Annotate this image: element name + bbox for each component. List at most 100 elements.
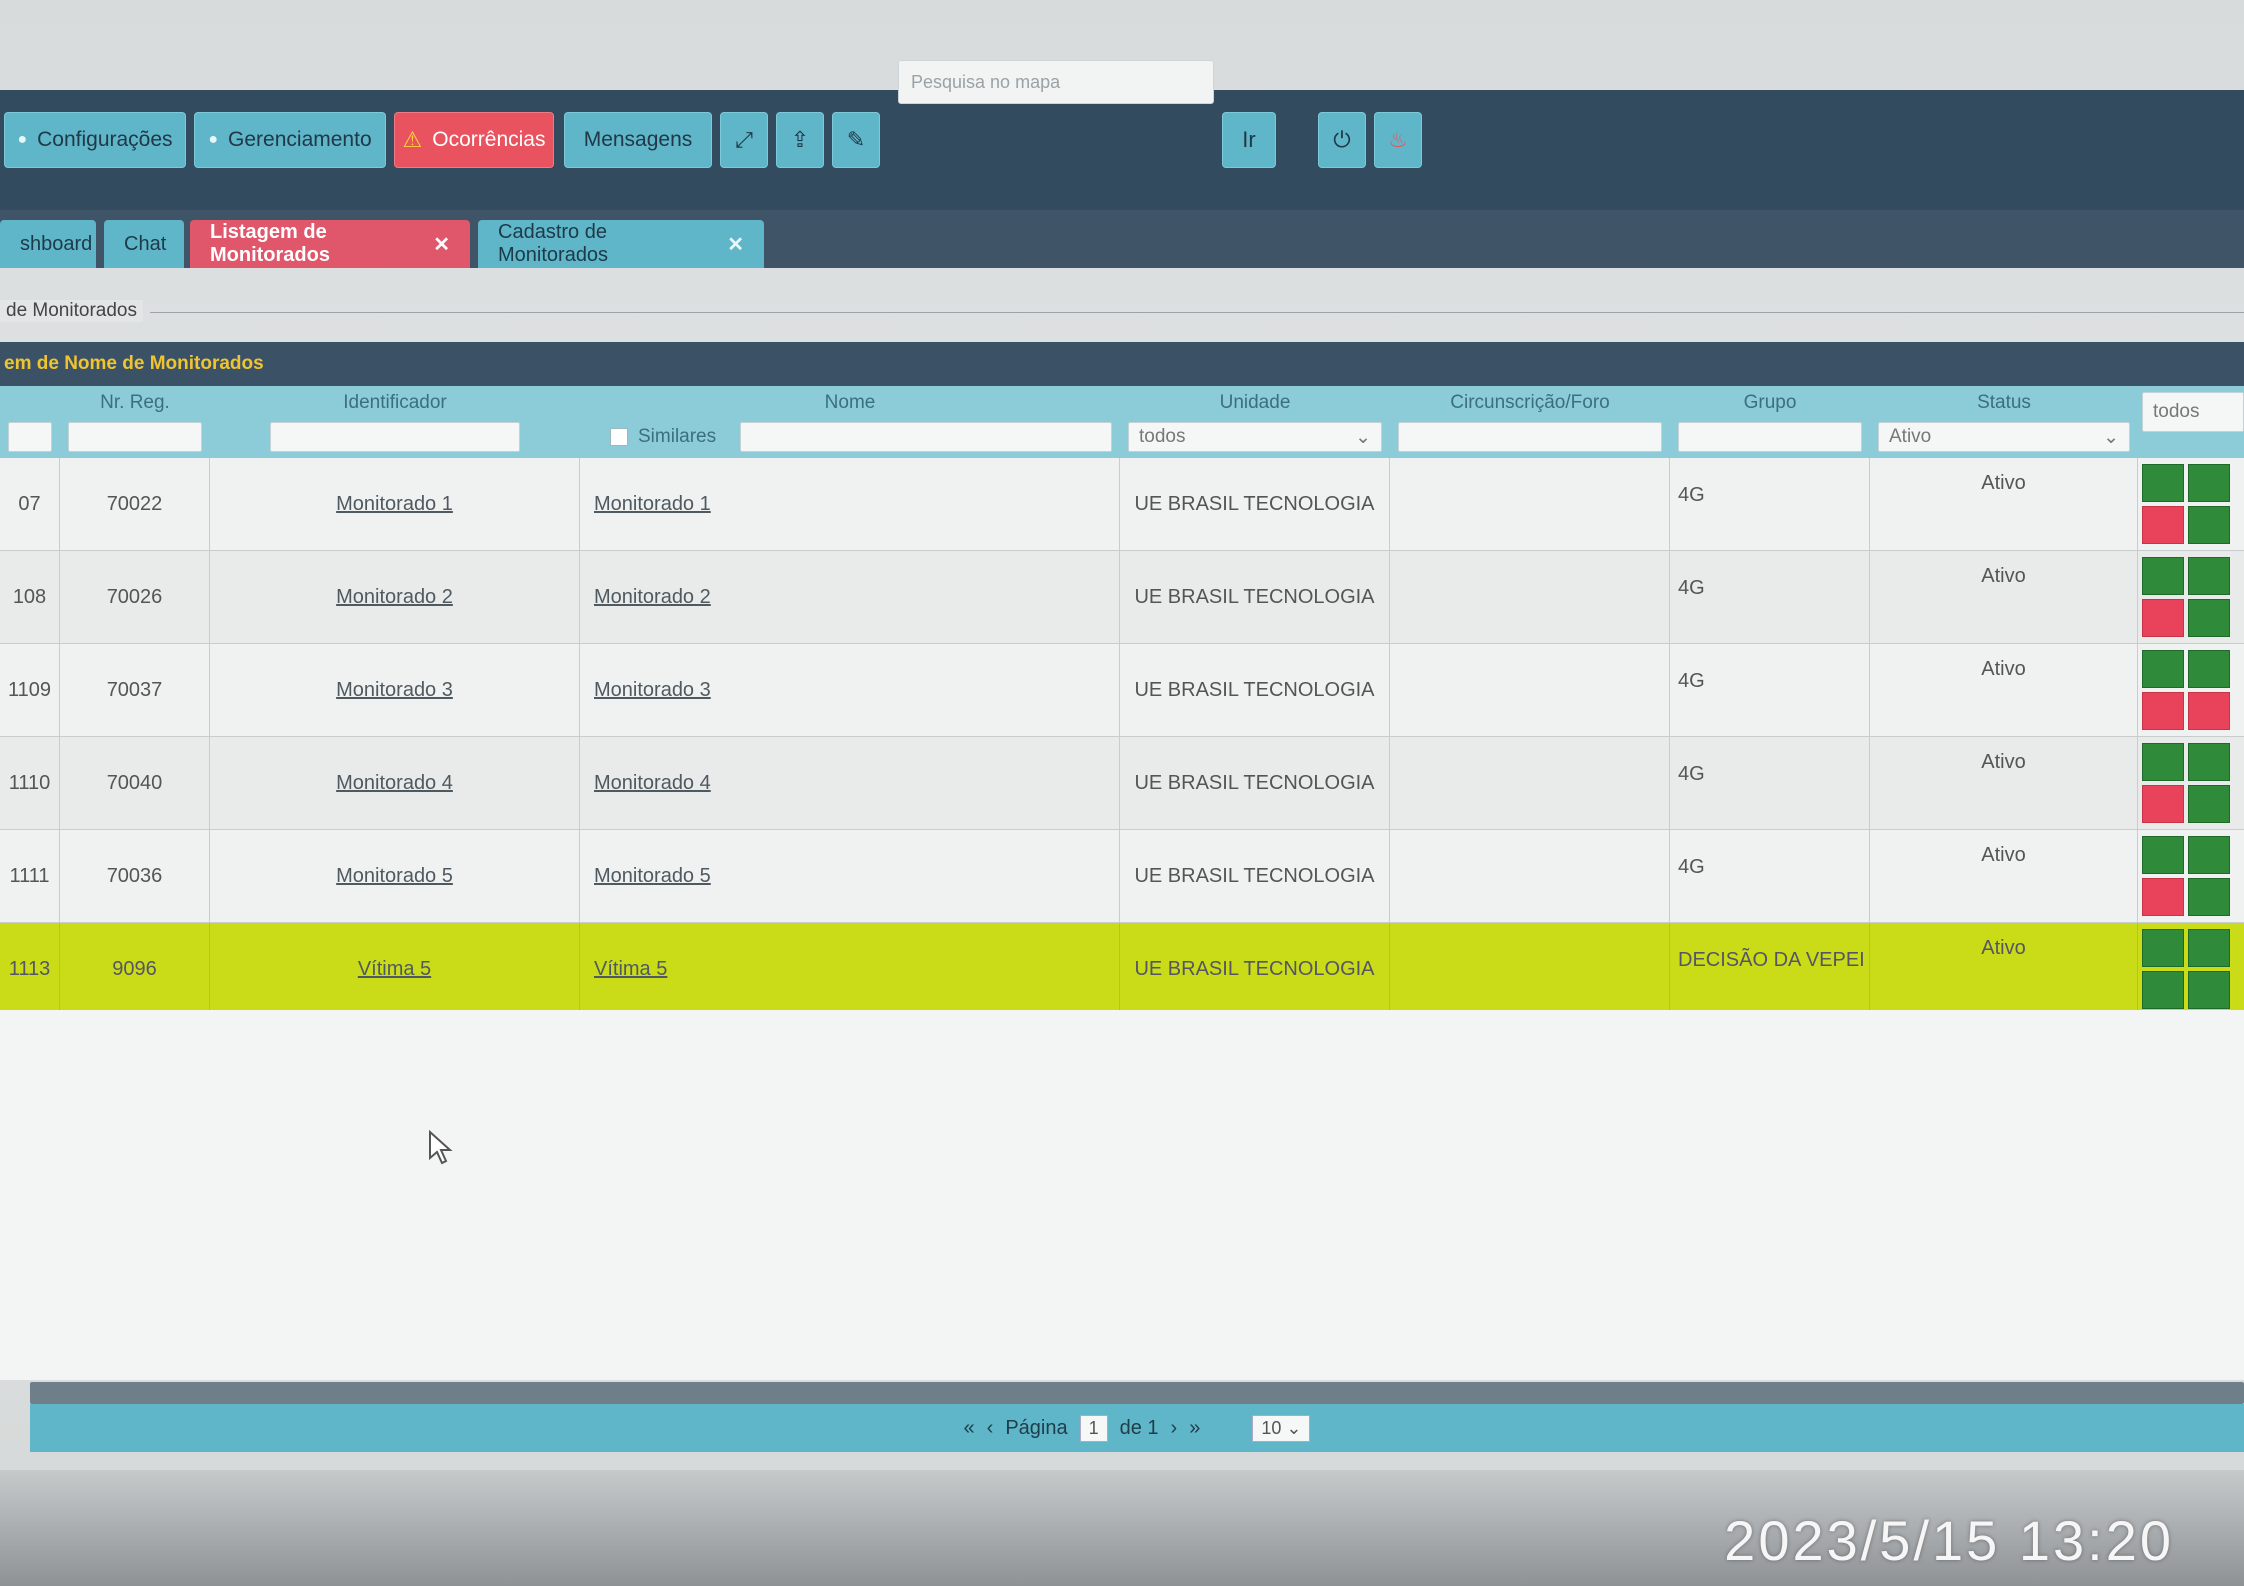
identificador-cell: Monitorado 2 <box>210 551 580 643</box>
identificador-cell: Monitorado 4 <box>210 737 580 829</box>
mensagens-button[interactable]: Mensagens <box>564 112 712 168</box>
table-row-highlighted[interactable]: 1113 9096 Vítima 5 Vítima 5 UE BRASIL TE… <box>0 923 2244 1016</box>
nr-reg-filter[interactable] <box>68 422 202 452</box>
identificador-link[interactable]: Monitorado 1 <box>336 493 453 516</box>
configuracoes-button[interactable]: ● Configurações <box>4 112 186 168</box>
status-indicator <box>2142 971 2184 1009</box>
col-unidade-header[interactable]: Unidade todos ⌄ <box>1120 386 1390 458</box>
status-indicator <box>2188 878 2230 916</box>
ocorrencias-button[interactable]: ⚠ Ocorrências <box>394 112 554 168</box>
section-divider <box>150 312 2244 313</box>
status-indicator <box>2188 971 2230 1009</box>
circunscricao-filter[interactable] <box>1398 422 1662 452</box>
per-page-value: 10 <box>1261 1417 1282 1438</box>
table-row[interactable]: 108 70026 Monitorado 2 Monitorado 2 UE B… <box>0 551 2244 644</box>
status-label: Status <box>1977 392 2031 413</box>
nome-filter[interactable] <box>740 422 1112 452</box>
identificador-label: Identificador <box>343 392 447 413</box>
identificador-link[interactable]: Vítima 5 <box>358 958 431 981</box>
identificador-link[interactable]: Monitorado 4 <box>336 772 453 795</box>
nome-link[interactable]: Monitorado 3 <box>594 679 711 702</box>
nome-link[interactable]: Monitorado 5 <box>594 865 711 888</box>
bullet-icon: ● <box>17 131 28 148</box>
tab-dashboard[interactable]: shboard <box>0 220 96 268</box>
share-button[interactable]: ⇪ <box>776 112 824 168</box>
alarm-indicator <box>2188 692 2230 730</box>
table-row[interactable]: 1110 70040 Monitorado 4 Monitorado 4 UE … <box>0 737 2244 830</box>
mouse-cursor-icon <box>429 1130 453 1165</box>
identificador-link[interactable]: Monitorado 5 <box>336 865 453 888</box>
close-icon[interactable]: ✕ <box>727 232 744 257</box>
identificador-filter[interactable] <box>270 422 520 452</box>
next-page-icon[interactable]: › <box>1171 1417 1178 1440</box>
grupo-cell: 4G <box>1670 830 1870 922</box>
nome-link[interactable]: Vítima 5 <box>594 958 667 981</box>
table-row[interactable]: 07 70022 Monitorado 1 Monitorado 1 UE BR… <box>0 458 2244 551</box>
circunscricao-label: Circunscrição/Foro <box>1450 392 1610 413</box>
id-cell: 07 <box>0 458 60 550</box>
per-page-select[interactable]: 10 ⌄ <box>1252 1414 1311 1442</box>
status-cell: Ativo <box>1870 644 2138 736</box>
go-button[interactable]: Ir <box>1222 112 1276 168</box>
power-button[interactable]: ⏻ <box>1318 112 1366 168</box>
nome-link[interactable]: Monitorado 4 <box>594 772 711 795</box>
map-search-input[interactable]: Pesquisa no mapa <box>898 60 1214 104</box>
page-number-input[interactable]: 1 <box>1079 1414 1108 1442</box>
grupo-filter[interactable] <box>1678 422 1862 452</box>
col-nome-header[interactable]: Nome Similares <box>580 386 1120 458</box>
unidade-select[interactable]: todos ⌄ <box>1128 422 1382 452</box>
col-nr-reg-header[interactable]: Nr. Reg. <box>60 386 210 458</box>
identificador-link[interactable]: Monitorado 2 <box>336 586 453 609</box>
alarm-indicator <box>2142 506 2184 544</box>
photo-timestamp: 2023/5/15 13:20 <box>1724 1509 2174 1572</box>
status-cell: Ativo <box>1870 923 2138 1015</box>
status-cell: Ativo <box>1870 737 2138 829</box>
id-filter[interactable] <box>8 422 52 452</box>
page-of-label: de 1 <box>1119 1416 1159 1439</box>
identificador-link[interactable]: Monitorado 3 <box>336 679 453 702</box>
circunscricao-cell <box>1390 737 1670 829</box>
table-row[interactable]: 1111 70036 Monitorado 5 Monitorado 5 UE … <box>0 830 2244 923</box>
status-indicator <box>2142 650 2184 688</box>
nome-link[interactable]: Monitorado 2 <box>594 586 711 609</box>
tab-cadastro-monitorados[interactable]: Cadastro de Monitorados ✕ <box>478 220 764 268</box>
nome-cell: Monitorado 5 <box>580 830 1120 922</box>
first-page-icon[interactable]: « <box>964 1417 975 1440</box>
status-select[interactable]: Ativo ⌄ <box>1878 422 2130 452</box>
gerenciamento-label: Gerenciamento <box>228 128 372 151</box>
status-indicator <box>2188 599 2230 637</box>
col-circunscricao-header[interactable]: Circunscrição/Foro <box>1390 386 1670 458</box>
tab-listagem-monitorados[interactable]: Listagem de Monitorados ✕ <box>190 220 470 268</box>
circunscricao-cell <box>1390 830 1670 922</box>
col-status-header[interactable]: Status Ativo ⌄ <box>1870 386 2138 458</box>
prev-page-icon[interactable]: ‹ <box>987 1417 994 1440</box>
status-indicator <box>2142 743 2184 781</box>
horizontal-scrollbar[interactable] <box>30 1382 2244 1404</box>
edit-button[interactable]: ✎ <box>832 112 880 168</box>
last-page-icon[interactable]: » <box>1189 1417 1200 1440</box>
id-cell: 1111 <box>0 830 60 922</box>
extra-select[interactable]: todos <box>2142 392 2244 432</box>
status-indicator <box>2188 929 2230 967</box>
col-grupo-header[interactable]: Grupo <box>1670 386 1870 458</box>
grupo-cell: 4G <box>1670 551 1870 643</box>
tab-chat[interactable]: Chat <box>104 220 184 268</box>
similares-label: Similares <box>638 426 717 447</box>
monitor-screen: ● Configurações ● Gerenciamento ⚠ Ocorrê… <box>0 0 2244 1586</box>
indicators-cell <box>2138 923 2244 1015</box>
close-icon[interactable]: ✕ <box>433 232 450 257</box>
bullet-icon: ● <box>208 131 219 148</box>
nome-link[interactable]: Monitorado 1 <box>594 493 711 516</box>
col-identificador-header[interactable]: Identificador <box>210 386 580 458</box>
status-indicator <box>2188 464 2230 502</box>
table-row[interactable]: 1109 70037 Monitorado 3 Monitorado 3 UE … <box>0 644 2244 737</box>
nr-reg-cell: 9096 <box>60 923 210 1015</box>
similares-checkbox[interactable] <box>610 427 628 446</box>
flame-button[interactable]: ♨ <box>1374 112 1422 168</box>
unidade-cell: UE BRASIL TECNOLOGIA <box>1120 551 1390 643</box>
section-title: de Monitorados <box>0 300 143 322</box>
gerenciamento-button[interactable]: ● Gerenciamento <box>194 112 386 168</box>
similares-option[interactable]: Similares <box>610 426 716 448</box>
expand-button[interactable]: ⤢ <box>720 112 768 168</box>
status-indicator <box>2142 836 2184 874</box>
